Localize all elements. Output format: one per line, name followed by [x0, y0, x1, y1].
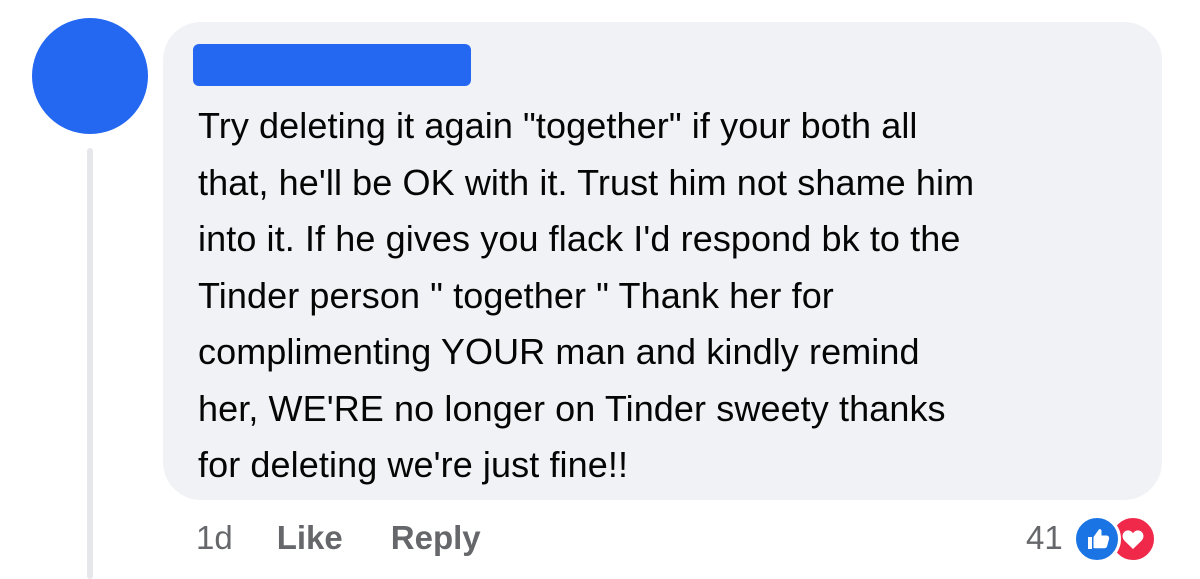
thread-line	[87, 148, 93, 579]
like-button[interactable]: Like	[277, 519, 343, 557]
reaction-icons	[1072, 513, 1165, 563]
comment-line: complimenting YOUR man and kindly remind	[198, 331, 920, 372]
comment-line: her, WE'RE no longer on Tinder sweety th…	[198, 387, 946, 429]
comment-line: that, he'll be OK with it. Trust him not…	[198, 161, 975, 203]
comment-container: Try deleting it again "together" if your…	[0, 0, 1200, 579]
reply-button[interactable]: Reply	[391, 519, 481, 557]
author-name-redacted[interactable]	[193, 44, 471, 86]
timestamp[interactable]: 1d	[196, 519, 233, 557]
reactions-summary[interactable]: 41	[1026, 512, 1165, 564]
reaction-count: 41	[1026, 519, 1063, 556]
comment-actions: 1d Like Reply	[196, 516, 529, 560]
comment-line: into it. If he gives you flack I'd respo…	[198, 218, 961, 259]
comment-text: Try deleting it again "together" if your…	[198, 98, 1138, 494]
comment-bubble: Try deleting it again "together" if your…	[163, 22, 1162, 500]
comment-line: Try deleting it again "together" if your…	[198, 105, 918, 146]
comment-line: for deleting we're just fine!!	[198, 444, 629, 485]
avatar[interactable]	[32, 18, 148, 134]
comment-line: Tinder person " together " Thank her for	[198, 274, 834, 316]
like-icon	[1072, 515, 1121, 563]
